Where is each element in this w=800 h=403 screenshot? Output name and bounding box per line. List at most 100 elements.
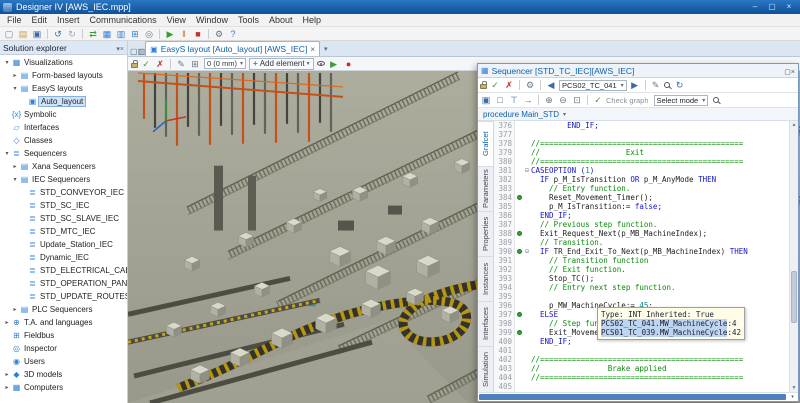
expanded-arrow-icon[interactable]: ▾ — [11, 85, 19, 92]
code-line-390[interactable]: ⊟ IF TR_End_Exit_To_Next(p_MB_MachineInd… — [515, 247, 789, 256]
line-number-gutter[interactable]: 3763773783793803813823833843853863873883… — [494, 121, 515, 392]
close-panel-icon[interactable]: × — [120, 46, 124, 53]
play-scene-icon[interactable]: ▶ — [328, 59, 340, 69]
collapsed-arrow-icon[interactable]: ▸ — [11, 72, 19, 79]
edit-icon[interactable]: ✎ — [650, 80, 662, 90]
tab-parameters[interactable]: Parameters — [478, 166, 493, 211]
fold-collapse-icon[interactable]: ⊟ — [523, 166, 531, 175]
code-line-386[interactable]: END_IF; — [515, 211, 789, 220]
tree-item-sequencers[interactable]: ▾≣Sequencers — [0, 147, 127, 160]
scroll-right-icon[interactable]: ▾ — [787, 393, 798, 401]
collapsed-arrow-icon[interactable]: ▸ — [11, 306, 19, 313]
lock-icon[interactable] — [480, 84, 487, 89]
tab-easys-layout[interactable]: ▣ EasyS layout [Auto_layout] [AWS_IEC] × — [145, 41, 320, 56]
code-line-393[interactable]: Stop_TC(); — [515, 274, 789, 283]
edit-icon[interactable]: ✎ — [175, 59, 187, 69]
code-line-403[interactable]: // Brake applied — [515, 364, 789, 373]
apply-icon[interactable]: ✓ — [489, 80, 501, 90]
code-line-392[interactable]: // Exit function. — [515, 265, 789, 274]
maximize-button[interactable]: ▢ — [764, 1, 780, 13]
collapsed-arrow-icon[interactable]: ▸ — [3, 384, 11, 391]
graph-search-icon[interactable] — [713, 97, 719, 103]
code-line-377[interactable] — [515, 130, 789, 139]
tab-close-icon[interactable]: × — [310, 45, 315, 54]
zoom-in-icon[interactable]: ⊕ — [543, 95, 555, 105]
tree-item-visualizations[interactable]: ▾▦Visualizations — [0, 56, 127, 69]
code-vertical-scrollbar[interactable]: ▲ ▼ — [789, 121, 798, 392]
code-line-378[interactable]: //======================================… — [515, 139, 789, 148]
cancel-icon[interactable]: ✗ — [503, 80, 515, 90]
code-line-382[interactable]: IF p_M_IsTransition OR p_M_AnyMode THEN — [515, 175, 789, 184]
lock-icon[interactable] — [131, 63, 138, 68]
code-lines[interactable]: END_IF; //===============================… — [515, 121, 789, 392]
monitor-layout-icon[interactable]: ▥ — [115, 29, 127, 39]
code-line-388[interactable]: Exit_Request_Next(p_MB_MachineIndex); — [515, 229, 789, 238]
tree-item-std-sc-iec[interactable]: ≣STD_SC_IEC — [0, 199, 127, 212]
tab-list-dropdown-icon[interactable]: ▾ — [324, 45, 328, 53]
transition-icon[interactable]: ⊤ — [508, 95, 520, 105]
select-mode-dropdown[interactable]: Select mode ▾ — [654, 95, 709, 106]
menu-file[interactable]: File — [2, 15, 27, 25]
code-line-376[interactable]: END_IF; — [515, 121, 789, 130]
code-line-389[interactable]: // Transition. — [515, 238, 789, 247]
sequencer-header[interactable]: ▦ Sequencer [STD_TC_IEC][AWS_IEC] ▢× — [478, 64, 798, 78]
code-line-387[interactable]: // Previous step function. — [515, 220, 789, 229]
expanded-arrow-icon[interactable]: ▾ — [3, 59, 11, 66]
tab-grafcet[interactable]: Grafcet — [478, 121, 493, 166]
tab-interfaces[interactable]: Interfaces — [478, 301, 493, 346]
tree-item-update-station-iec[interactable]: ≣Update_Station_IEC — [0, 238, 127, 251]
tree-item-iec-sequencers[interactable]: ▾▤IEC Sequencers — [0, 173, 127, 186]
apply-icon[interactable]: ✓ — [140, 59, 152, 69]
tree-item-plc-sequencers[interactable]: ▸▤PLC Sequencers — [0, 303, 127, 316]
initial-step-icon[interactable]: ▣ — [480, 95, 492, 105]
record-icon[interactable]: ● — [343, 59, 355, 69]
code-line-402[interactable]: //======================================… — [515, 355, 789, 364]
settings-icon[interactable]: ⚙ — [213, 29, 225, 39]
tree-item-std-operation-pane[interactable]: ≣STD_OPERATION_PANE... — [0, 277, 127, 290]
code-line-394[interactable]: // Entry next step function. — [515, 283, 789, 292]
code-line-385[interactable]: p_M_IsTransition:= false; — [515, 202, 789, 211]
monitor-icon[interactable]: ▦ — [101, 29, 113, 39]
close-sequencer-icon[interactable]: × — [791, 69, 795, 76]
tree-item-fieldbus[interactable]: ⊞Fieldbus — [0, 329, 127, 342]
tree-item-symbolic[interactable]: {x}Symbolic — [0, 108, 127, 121]
tree-item-easys-layouts[interactable]: ▾▤EasyS layouts — [0, 82, 127, 95]
tree-item-inspector[interactable]: ◎Inspector — [0, 342, 127, 355]
menu-insert[interactable]: Insert — [52, 15, 85, 25]
stop-icon[interactable]: ■ — [192, 29, 204, 39]
pause-icon[interactable]: ‖ — [178, 29, 190, 39]
save-icon[interactable]: ▣ — [31, 29, 43, 39]
split-window-icon[interactable]: ▥ — [138, 47, 146, 56]
code-line-401[interactable] — [515, 346, 789, 355]
tree-item-std-conveyor-iec[interactable]: ≣STD_CONVEYOR_IEC — [0, 186, 127, 199]
snap-grid-icon[interactable]: ⊞ — [189, 59, 201, 69]
code-line-381[interactable]: ⊟CASEOPTION (1) — [515, 166, 789, 175]
expanded-arrow-icon[interactable]: ▾ — [3, 150, 11, 157]
close-button[interactable]: × — [781, 1, 797, 13]
cancel-icon[interactable]: ✗ — [154, 59, 166, 69]
tree-item-std-electrical-cabi[interactable]: ≣STD_ELECTRICAL_CABI... — [0, 264, 127, 277]
refresh-icon[interactable]: ↻ — [674, 80, 686, 90]
menu-edit[interactable]: Edit — [27, 15, 53, 25]
code-line-383[interactable]: // Entry function. — [515, 184, 789, 193]
dock-window-icon[interactable]: ▢ — [130, 47, 138, 56]
next-device-icon[interactable]: ▶ — [629, 80, 641, 90]
tree-item-computers[interactable]: ▸▦Computers — [0, 381, 127, 394]
float-window-icon[interactable]: ▢ — [784, 69, 791, 76]
tree-item-form-based-layouts[interactable]: ▸▤Form-based layouts — [0, 69, 127, 82]
tree-item-interfaces[interactable]: ▱Interfaces — [0, 121, 127, 134]
play-icon[interactable]: ▶ — [164, 29, 176, 39]
tree-item-dynamic-iec[interactable]: ≣Dynamic_IEC — [0, 251, 127, 264]
grid-icon[interactable]: ⊞ — [129, 29, 141, 39]
fold-collapse-icon[interactable]: ⊟ — [523, 247, 531, 256]
camera-icon[interactable]: ◎ — [143, 29, 155, 39]
horizontal-scroll-thumb[interactable] — [479, 394, 786, 400]
tree-item-3d-models[interactable]: ▸◆3D models — [0, 368, 127, 381]
procedure-breadcrumb[interactable]: procedure Main_STD ▾ — [478, 108, 798, 121]
tab-simulation[interactable]: Simulation — [478, 346, 493, 391]
check-graph-label[interactable]: Check graph — [606, 96, 649, 105]
tree-item-std-sc-slave-iec[interactable]: ≣STD_SC_SLAVE_IEC — [0, 212, 127, 225]
prev-device-icon[interactable]: ◀ — [545, 80, 557, 90]
scroll-thumb[interactable] — [791, 271, 797, 323]
measure-display[interactable]: 0 (0 mm) ▾ — [204, 58, 246, 69]
